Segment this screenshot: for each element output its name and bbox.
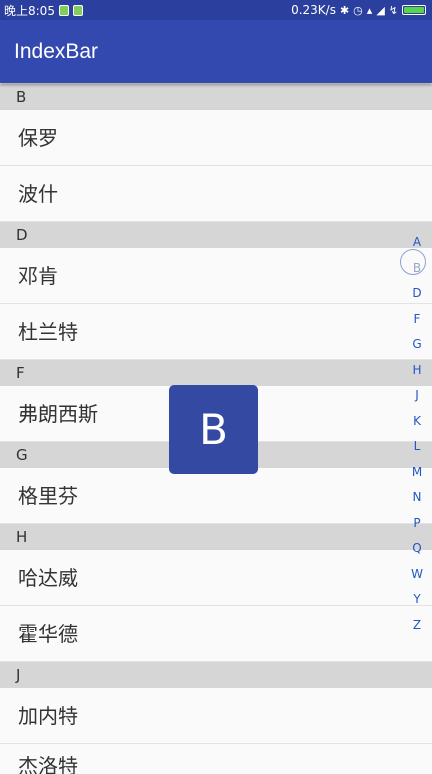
index-letter-d[interactable]: D bbox=[405, 281, 429, 307]
list-item[interactable]: 哈达威 bbox=[0, 550, 432, 606]
index-bar[interactable]: ABDFGHJKLMNPQWYZ bbox=[405, 230, 429, 638]
notification-icon bbox=[72, 4, 83, 16]
index-letter-f[interactable]: F bbox=[405, 307, 429, 333]
index-letter-g[interactable]: G bbox=[405, 332, 429, 358]
index-letter-w[interactable]: W bbox=[405, 562, 429, 588]
status-time: 晚上8:05 bbox=[4, 3, 55, 18]
section-header: D bbox=[0, 222, 432, 248]
list-item[interactable]: 霍华德 bbox=[0, 606, 432, 662]
list-item[interactable]: 加内特 bbox=[0, 688, 432, 744]
network-speed: 0.23K/s bbox=[291, 3, 336, 17]
section-header: B bbox=[0, 84, 432, 110]
index-overlay: B bbox=[169, 385, 258, 474]
index-letter-n[interactable]: N bbox=[405, 485, 429, 511]
list-item[interactable]: 波什 bbox=[0, 166, 432, 222]
index-letter-p[interactable]: P bbox=[405, 511, 429, 537]
touch-indicator bbox=[400, 249, 426, 275]
list-item[interactable]: 杰洛特 bbox=[0, 744, 432, 774]
charging-icon: ↯ bbox=[388, 3, 398, 17]
bluetooth-icon: ✱ bbox=[339, 3, 350, 17]
status-bar: 晚上8:05 0.23K/s ✱ ◷ ▴ ◢ ↯ bbox=[0, 0, 432, 20]
app-bar: IndexBar bbox=[0, 20, 432, 83]
section-header: J bbox=[0, 662, 432, 688]
section-header: F bbox=[0, 360, 432, 386]
battery-icon bbox=[402, 5, 426, 15]
index-letter-z[interactable]: Z bbox=[405, 613, 429, 639]
index-letter-y[interactable]: Y bbox=[405, 587, 429, 613]
index-letter-l[interactable]: L bbox=[405, 434, 429, 460]
sim-icon bbox=[58, 4, 69, 16]
list-item[interactable]: 保罗 bbox=[0, 110, 432, 166]
index-letter-h[interactable]: H bbox=[405, 358, 429, 384]
list-item[interactable]: 杜兰特 bbox=[0, 304, 432, 360]
list-item[interactable]: 格里芬 bbox=[0, 468, 432, 524]
index-letter-j[interactable]: J bbox=[405, 383, 429, 409]
list-item[interactable]: 邓肯 bbox=[0, 248, 432, 304]
battery-level bbox=[404, 7, 424, 13]
alarm-icon: ◷ bbox=[353, 3, 363, 17]
signal-icon: ◢ bbox=[376, 3, 385, 17]
section-header: H bbox=[0, 524, 432, 550]
index-letter-q[interactable]: Q bbox=[405, 536, 429, 562]
status-left: 晚上8:05 bbox=[4, 2, 83, 19]
status-right: 0.23K/s ✱ ◷ ▴ ◢ ↯ bbox=[291, 3, 426, 17]
index-letter-m[interactable]: M bbox=[405, 460, 429, 486]
index-letter-k[interactable]: K bbox=[405, 409, 429, 435]
wifi-icon: ▴ bbox=[366, 3, 373, 17]
app-title: IndexBar bbox=[14, 40, 99, 63]
